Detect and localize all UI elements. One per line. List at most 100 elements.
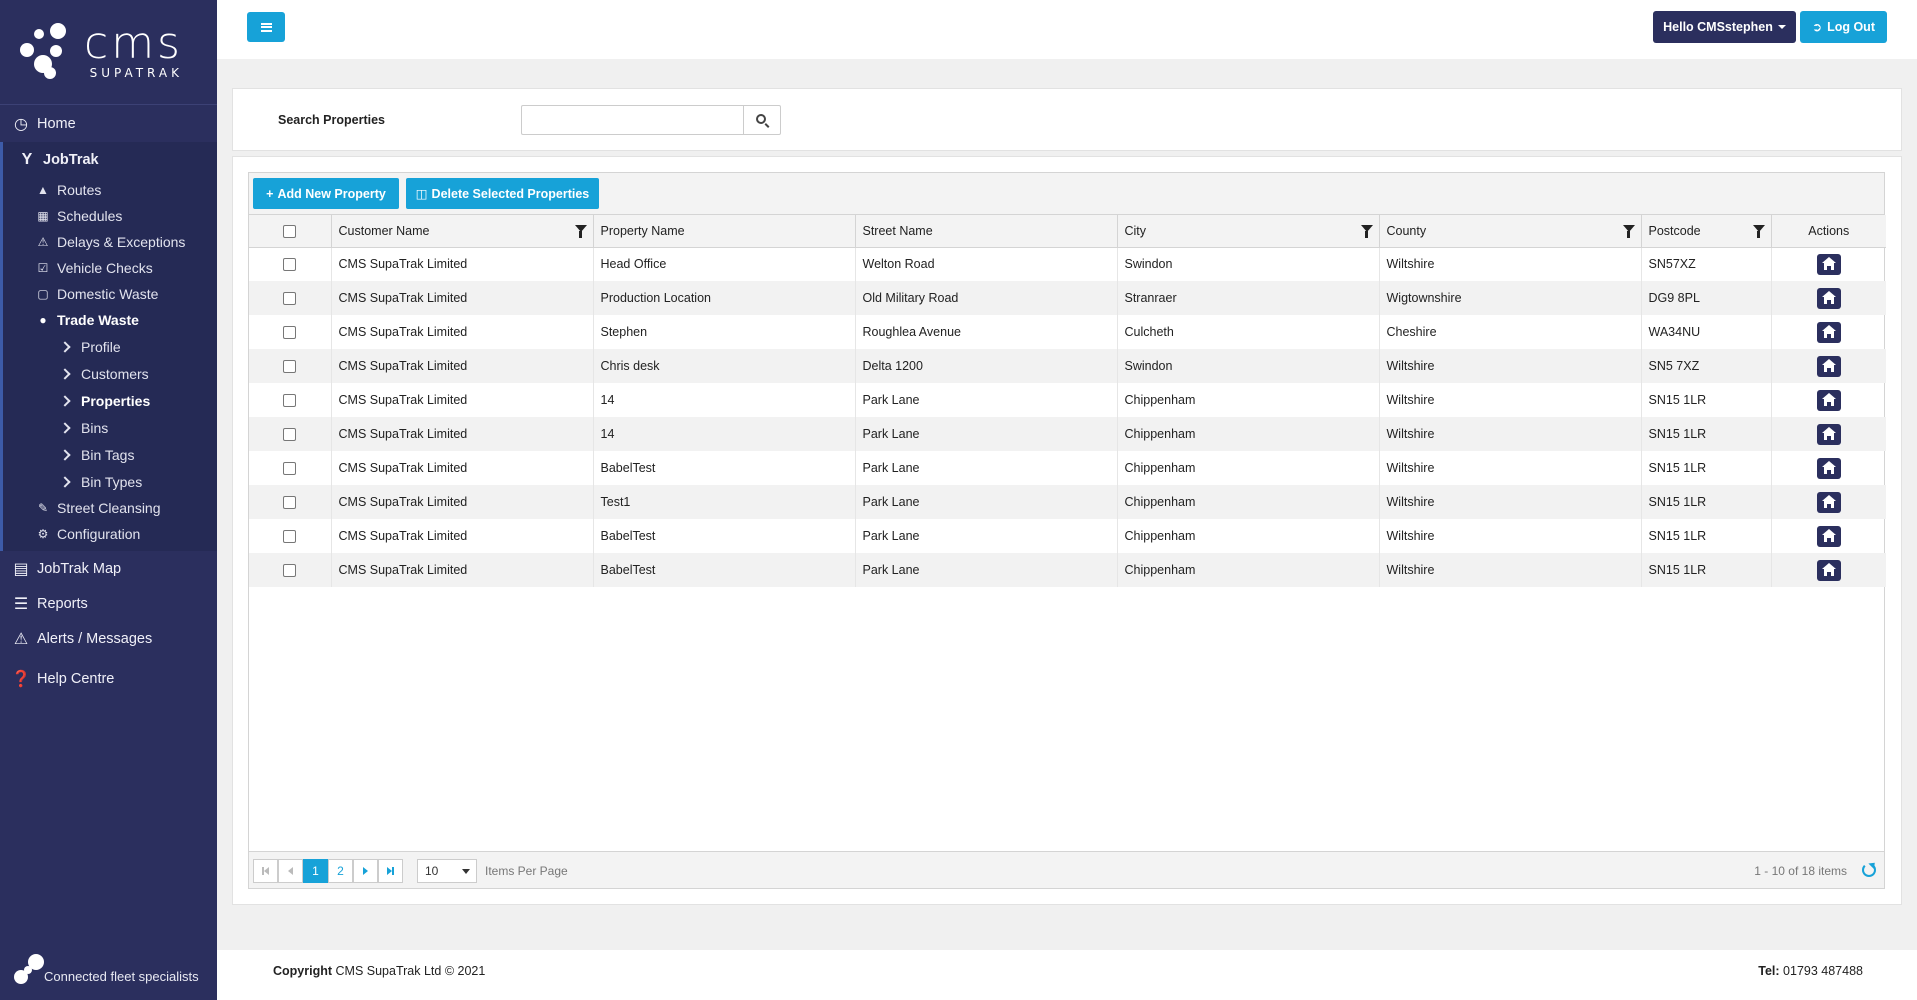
cell-customer-name: CMS SupaTrak Limited <box>331 247 594 281</box>
cell-postcode: SN15 1LR <box>1641 485 1772 519</box>
nav-home[interactable]: ◷ Home <box>0 104 217 142</box>
nav-configuration-label: Configuration <box>57 526 141 542</box>
nav-customers-label: Customers <box>81 365 149 382</box>
last-page-button[interactable] <box>378 859 403 883</box>
row-checkbox[interactable] <box>283 496 297 510</box>
table-row[interactable]: CMS SupaTrak Limited Stephen Roughlea Aven… <box>249 315 1886 349</box>
view-property-button[interactable] <box>1816 525 1841 547</box>
filter-icon[interactable] <box>574 225 587 238</box>
search-input[interactable] <box>521 105 743 135</box>
cell-street-name: Park Lane <box>855 417 1118 451</box>
view-property-button[interactable] <box>1816 253 1841 275</box>
nav-street-cleansing[interactable]: ✎ Street Cleansing <box>3 495 217 521</box>
row-checkbox[interactable] <box>283 564 297 578</box>
broom-icon: ✎ <box>37 501 49 515</box>
nav-bin-tags[interactable]: Bin Tags <box>3 441 217 468</box>
nav-configuration[interactable]: ⚙ Configuration <box>3 521 217 547</box>
view-property-button[interactable] <box>1816 423 1841 445</box>
nav-profile[interactable]: Profile <box>3 333 217 360</box>
page-2-button[interactable]: 2 <box>328 859 353 883</box>
cell-customer-name: CMS SupaTrak Limited <box>331 315 594 349</box>
nav-vehicle-checks[interactable]: ☑ Vehicle Checks <box>3 255 217 281</box>
nav-bins[interactable]: Bins <box>3 414 217 441</box>
view-property-button[interactable] <box>1816 355 1841 377</box>
table-row[interactable]: CMS SupaTrak Limited Test1 Park Lane Chippe… <box>249 485 1886 519</box>
filter-icon[interactable] <box>1752 225 1765 238</box>
search-button[interactable] <box>743 105 781 135</box>
cell-street-name: Park Lane <box>855 485 1118 519</box>
column-header-street-name[interactable]: Street Name <box>855 215 1118 248</box>
page-1-button[interactable]: 1 <box>303 859 328 883</box>
row-checkbox[interactable] <box>283 530 297 544</box>
first-page-button[interactable] <box>253 859 278 883</box>
view-property-button[interactable] <box>1816 559 1841 581</box>
map-icon: ▤ <box>13 560 29 578</box>
row-checkbox[interactable] <box>283 292 297 306</box>
column-header-county[interactable]: County <box>1379 215 1642 248</box>
nav-delays-exceptions[interactable]: ⚠ Delays & Exceptions <box>3 229 217 255</box>
view-property-button[interactable] <box>1816 321 1841 343</box>
refresh-icon[interactable] <box>1862 863 1876 877</box>
table-row[interactable]: CMS SupaTrak Limited 14 Park Lane Chippenha… <box>249 383 1886 417</box>
nav-bin-types[interactable]: Bin Types <box>3 468 217 495</box>
view-property-button[interactable] <box>1816 457 1841 479</box>
select-all-checkbox[interactable] <box>283 224 297 238</box>
view-property-button[interactable] <box>1816 389 1841 411</box>
add-property-button[interactable]: + Add New Property <box>253 178 399 209</box>
table-row[interactable]: CMS SupaTrak Limited BabelTest Park Lane Ch… <box>249 519 1886 553</box>
prev-page-button[interactable] <box>278 859 303 883</box>
table-row[interactable]: CMS SupaTrak Limited Production Location O… <box>249 281 1886 315</box>
cell-postcode: SN57XZ <box>1641 247 1772 281</box>
logo-mark-icon <box>14 954 44 984</box>
nav-schedules[interactable]: ▦ Schedules <box>3 203 217 229</box>
table-row[interactable]: CMS SupaTrak Limited Head Office Welton Ro… <box>249 247 1886 281</box>
cell-customer-name: CMS SupaTrak Limited <box>331 451 594 485</box>
row-checkbox[interactable] <box>283 360 297 374</box>
row-checkbox[interactable] <box>283 394 297 408</box>
cell-street-name: Delta 1200 <box>855 349 1118 383</box>
delete-selected-button[interactable]: ◫ Delete Selected Properties <box>406 178 599 209</box>
row-checkbox[interactable] <box>283 428 297 442</box>
logout-button[interactable]: ➲ Log Out <box>1800 11 1887 43</box>
cell-actions <box>1771 417 1886 451</box>
menu-toggle-button[interactable] <box>247 12 285 42</box>
row-checkbox[interactable] <box>283 258 297 272</box>
table-row[interactable]: CMS SupaTrak Limited Chris desk Delta 1200… <box>249 349 1886 383</box>
cell-postcode: SN15 1LR <box>1641 383 1772 417</box>
nav-customers[interactable]: Customers <box>3 360 217 387</box>
nav-trade-waste[interactable]: ● Trade Waste <box>3 307 217 333</box>
table-row[interactable]: CMS SupaTrak Limited BabelTest Park Lane Ch… <box>249 553 1886 587</box>
cell-customer-name: CMS SupaTrak Limited <box>331 519 594 553</box>
cell-postcode: SN15 1LR <box>1641 451 1772 485</box>
user-menu-button[interactable]: Hello CMSstephen <box>1653 11 1796 43</box>
filter-icon[interactable] <box>1360 225 1373 238</box>
nav-jobtrak[interactable]: Y JobTrak <box>3 142 217 177</box>
nav-reports[interactable]: ☰ Reports <box>0 586 217 621</box>
chevron-right-icon <box>59 340 71 353</box>
row-checkbox[interactable] <box>283 462 297 476</box>
column-header-customer-name[interactable]: Customer Name <box>331 215 594 248</box>
cms-supatrak-logo[interactable]: cms SUPATRAK <box>0 0 217 104</box>
prev-page-icon <box>288 867 293 875</box>
view-property-button[interactable] <box>1816 491 1841 513</box>
grid-toolbar: + Add New Property ◫ Delete Selected Pro… <box>249 173 1884 215</box>
cell-property-name: BabelTest <box>593 451 856 485</box>
items-per-page-select[interactable]: 10 <box>417 859 477 883</box>
nav-properties[interactable]: Properties <box>3 387 217 414</box>
table-row[interactable]: CMS SupaTrak Limited 14 Park Lane Chippenha… <box>249 417 1886 451</box>
column-header-city[interactable]: City <box>1117 215 1380 248</box>
cell-actions <box>1771 281 1886 315</box>
table-row[interactable]: CMS SupaTrak Limited BabelTest Park Lane Ch… <box>249 451 1886 485</box>
filter-icon[interactable] <box>1622 225 1635 238</box>
nav-help-centre[interactable]: ❓ Help Centre <box>0 661 217 696</box>
nav-alerts-messages[interactable]: ⚠ Alerts / Messages <box>0 621 217 656</box>
nav-routes[interactable]: ▲ Routes <box>3 177 217 203</box>
nav-domestic-waste[interactable]: ▢ Domestic Waste <box>3 281 217 307</box>
row-checkbox[interactable] <box>283 326 297 340</box>
view-property-button[interactable] <box>1816 287 1841 309</box>
column-header-postcode[interactable]: Postcode <box>1641 215 1772 248</box>
next-page-button[interactable] <box>353 859 378 883</box>
properties-table: Customer Name Property Name Street Name … <box>249 215 1886 587</box>
nav-jobtrak-map[interactable]: ▤ JobTrak Map <box>0 551 217 586</box>
column-header-property-name[interactable]: Property Name <box>593 215 856 248</box>
